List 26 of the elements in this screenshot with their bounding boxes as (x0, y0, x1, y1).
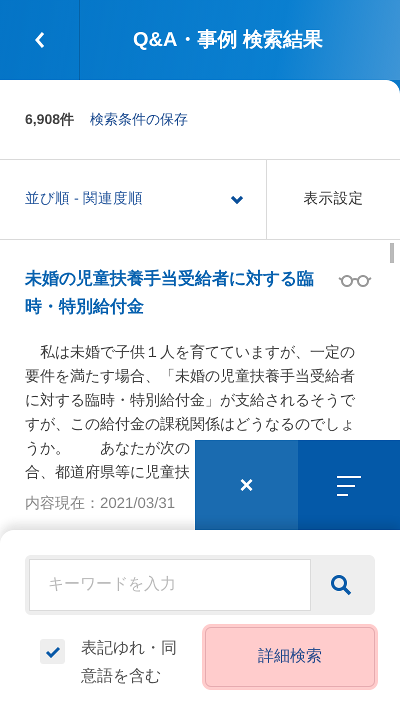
result-count: 6,908件 (25, 110, 74, 129)
snippet-line: 要件を満たす場合、「未婚の児童扶養手当受給者 (25, 367, 356, 387)
back-icon (34, 31, 46, 49)
content-date: 内容現在：2021/03/31 (25, 494, 176, 514)
sort-dropdown[interactable]: 並び順 - 関連度順 (0, 160, 267, 239)
chevron-down-icon (230, 194, 244, 204)
snippet-line: 私は未婚で子供１人を育てていますが、一定の (39, 343, 356, 363)
check-icon (44, 646, 60, 658)
display-settings-button[interactable]: 表示設定 (267, 160, 400, 239)
glasses-icon[interactable] (338, 273, 372, 287)
keyword-field[interactable]: キーワードを入力 (29, 559, 311, 611)
variants-checkbox[interactable] (40, 639, 65, 664)
snippet-line: に対する臨時・特別給付金」が支給されるそうで (25, 391, 356, 411)
advanced-search-button[interactable]: 詳細検索 (205, 627, 375, 687)
snippet-line: うか。 あなたが次の (25, 439, 191, 459)
page-title: Q&A・事例 検索結果 (133, 29, 323, 51)
checkbox-label: 表記ゆれ・同意語を含む (81, 638, 178, 687)
close-button[interactable]: × (195, 440, 298, 532)
filter-button[interactable] (298, 440, 400, 532)
snippet-line: 合、都道府県等に児童扶 (25, 463, 191, 483)
save-search-link[interactable]: 検索条件の保存 (90, 109, 188, 130)
lines-icon (337, 475, 361, 497)
scrollbar[interactable] (390, 243, 394, 263)
search-icon (330, 574, 352, 596)
result-title[interactable]: 未婚の児童扶養手当受給者に対する臨時・特別給付金 (25, 265, 330, 321)
snippet-line: すが、この給付金の課税関係はどうなるのでしょ (25, 415, 356, 435)
